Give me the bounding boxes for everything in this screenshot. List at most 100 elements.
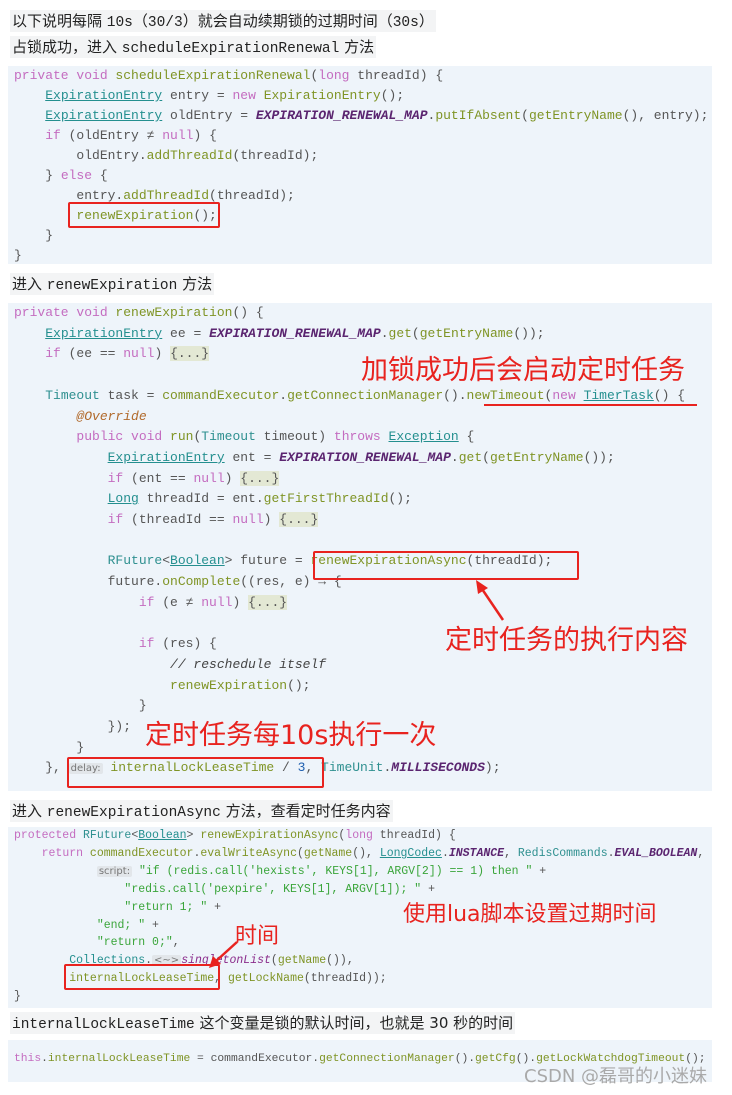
code-token: );	[484, 760, 501, 776]
annotation-time: 时间	[235, 924, 280, 949]
code-line: @Override	[8, 407, 712, 428]
code-token: (	[296, 846, 304, 860]
code-token: renewExpiration	[170, 677, 288, 693]
code-token: (res) {	[154, 636, 217, 652]
code-token: future.	[14, 574, 163, 590]
code-line: if (e ≠ null) {...}	[8, 593, 712, 614]
code-line: renewExpiration();	[8, 676, 712, 697]
code-token: >	[186, 829, 201, 842]
code-token: oldEntry.	[14, 148, 147, 163]
folded-code-toggle[interactable]: {...}	[240, 470, 280, 486]
text-segment: ）就会自动续期锁的过期时间（	[182, 12, 393, 30]
code-token: "end; "	[96, 918, 146, 932]
code-token: ();	[388, 491, 412, 507]
code-token: newTimeout	[466, 387, 545, 403]
code-token: (threadId);	[232, 148, 319, 163]
code-token: task =	[99, 387, 163, 403]
code-token: onComplete	[162, 574, 241, 590]
code-token: renewExpiration	[115, 305, 233, 320]
code-token: .	[380, 325, 389, 341]
code-line: if (threadId == null) {...}	[8, 510, 712, 531]
code-token: private void	[14, 68, 116, 83]
code-token: },	[14, 760, 69, 776]
code-token: if	[45, 128, 61, 143]
code-token: ()),	[326, 954, 354, 968]
code-token: +	[421, 882, 435, 896]
code-token: (),	[352, 846, 380, 860]
code-token: commandExecutor	[89, 846, 194, 860]
text-segment: 以下说明每隔	[12, 12, 107, 30]
code-token: {	[458, 429, 475, 445]
code-token: EVAL_BOOLEAN	[614, 846, 698, 860]
code-token: ();	[287, 677, 311, 693]
code-token: .	[607, 846, 615, 860]
inline-code: renewExpirationAsync	[46, 805, 221, 821]
code-line: }	[8, 226, 712, 246]
code-token: commandExecutor	[162, 387, 280, 403]
code-token: // reschedule itself	[170, 656, 327, 672]
code-token: .	[41, 1053, 48, 1065]
code-token: (threadId));	[303, 972, 387, 986]
folded-code-toggle[interactable]: {...}	[248, 594, 288, 610]
text-segment: 进入	[12, 802, 47, 820]
code-line	[8, 531, 712, 552]
code-line: "return 0;",	[8, 934, 712, 952]
text-segment: （	[132, 12, 148, 30]
highlight-delay-param	[67, 757, 324, 788]
code-token: {	[92, 168, 108, 183]
code-token: scheduleExpirationRenewal	[115, 68, 311, 83]
code-token: internalLockLeaseTime	[47, 1053, 191, 1065]
code-token: ExpirationEntry	[107, 449, 225, 465]
code-line: }	[8, 988, 712, 1006]
code-token: getFirstThreadId	[263, 491, 389, 507]
code-line: script: "if (redis.call('hexists', KEYS[…	[8, 863, 712, 881]
code-token: null	[232, 512, 264, 528]
text-segment: 占锁成功，进入	[12, 38, 122, 56]
code-token: ().	[443, 387, 467, 403]
code-token: getConnectionManager	[319, 1053, 455, 1065]
code-token: ExpirationEntry	[263, 88, 381, 103]
code-token: addThreadId	[146, 148, 233, 163]
code-token: ee =	[162, 325, 210, 341]
inline-code: renewExpiration	[46, 278, 178, 294]
code-token: RFuture	[107, 553, 163, 569]
code-token: .	[450, 449, 459, 465]
code-line: private void scheduleExpirationRenewal(l…	[8, 66, 712, 86]
code-token: timeout)	[255, 429, 334, 445]
folded-code-toggle[interactable]: {...}	[170, 346, 210, 362]
code-token: .	[279, 387, 288, 403]
code-token: RedisCommands	[517, 846, 608, 860]
code-token: }	[14, 228, 54, 243]
code-token: if	[45, 346, 61, 362]
code-token: null	[193, 470, 225, 486]
code-token: +	[145, 918, 159, 932]
code-token: (e ≠	[154, 594, 202, 610]
heading-internal-lock-lease-time: internalLockLeaseTime 这个变量是锁的默认时间，也就是 30…	[10, 1012, 516, 1034]
code-token: }	[14, 168, 61, 183]
highlight-renew-expiration-async	[313, 551, 579, 580]
annotation-lock-success: 加锁成功后会启动定时任务	[361, 355, 685, 386]
code-line: if (oldEntry ≠ null) {	[8, 126, 712, 146]
code-token: "redis.call('pexpire', KEYS[1], ARGV[1])…	[124, 882, 422, 896]
code-token: LongCodec	[379, 846, 442, 860]
inline-code: scheduleExpirationRenewal	[121, 41, 340, 57]
code-token: getEntryName	[528, 108, 623, 123]
code-token: null	[162, 128, 194, 143]
code-token: getCfg	[475, 1053, 516, 1065]
code-token: putIfAbsent	[435, 108, 522, 123]
folded-code-toggle[interactable]: {...}	[279, 512, 319, 528]
code-token: if	[107, 512, 124, 528]
